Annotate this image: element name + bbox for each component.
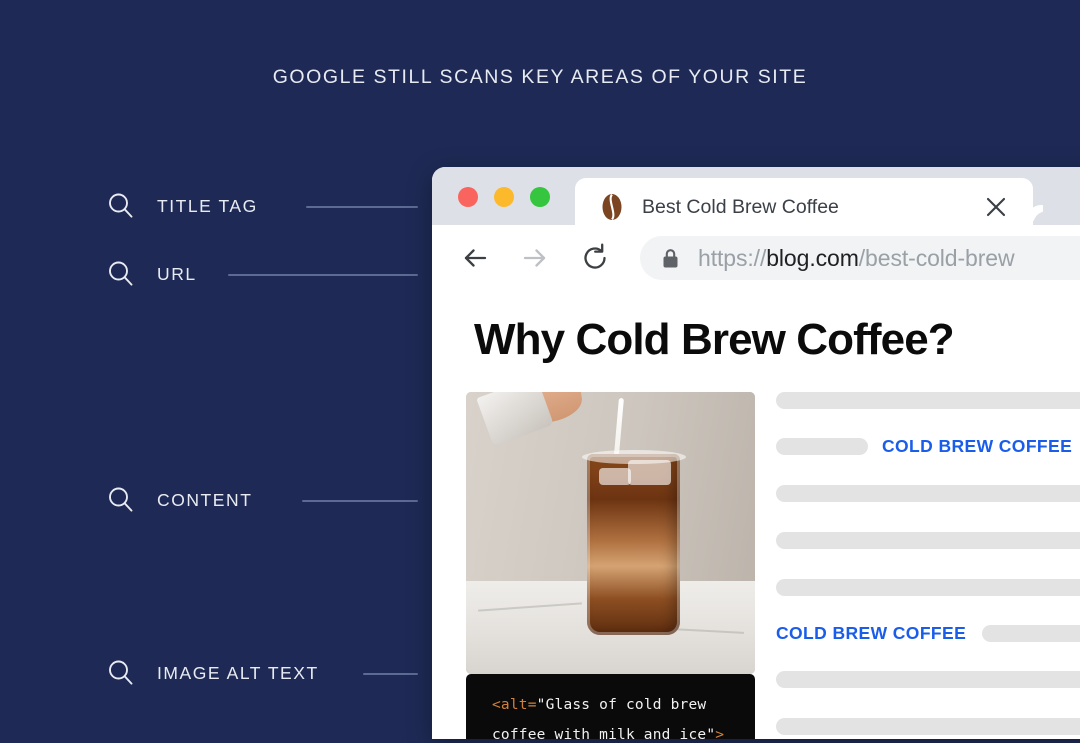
arrow-right-icon[interactable] [520, 243, 550, 273]
url-path: /best-cold-brew [858, 244, 1015, 271]
close-window-button[interactable] [458, 187, 478, 207]
keyword-link[interactable]: COLD BREW COFFEE [776, 623, 966, 644]
text-line [776, 579, 1080, 596]
connector-line-url [228, 274, 418, 276]
text-line-with-keyword: COLD BREW COFFEE [776, 436, 1080, 457]
connector-line-title-tag [306, 206, 418, 208]
image-alt-code-block: <alt="Glass of cold brew coffee with mil… [466, 674, 755, 739]
search-icon [109, 193, 133, 218]
search-icon [109, 660, 133, 685]
checklist-label: CONTENT [157, 489, 253, 510]
text-line-with-keyword: COLD BREW COFFEE [776, 623, 1080, 644]
url-scheme: https:// [698, 244, 767, 271]
placeholder-bar [776, 485, 1080, 502]
zoom-window-button[interactable] [530, 187, 550, 207]
browser-tab-title: Best Cold Brew Coffee [642, 195, 839, 218]
browser-window: Best Cold Brew Coffee https://blog.com/b… [432, 167, 1080, 739]
alt-tag-close: > [715, 727, 725, 739]
window-controls [458, 187, 550, 207]
connector-line-content [302, 500, 418, 502]
placeholder-bar [776, 392, 1080, 409]
cold-brew-photo [466, 392, 755, 674]
connector-line-image-alt-text [363, 673, 418, 675]
checklist-item-content[interactable]: CONTENT [106, 483, 252, 517]
webpage-content: Why Cold Brew Coffee? <alt="Glass of col… [432, 291, 1080, 739]
text-line [776, 718, 1080, 735]
arrow-left-icon[interactable] [460, 243, 490, 273]
text-line [776, 532, 1080, 549]
placeholder-bar [776, 532, 1080, 549]
photo-ice-cube [598, 468, 631, 486]
address-bar-url: https://blog.com/best-cold-brew [698, 245, 1015, 272]
checklist-item-image-alt-text[interactable]: IMAGE ALT TEXT [106, 656, 319, 690]
checklist-item-title-tag[interactable]: TITLE TAG [106, 189, 258, 223]
keyword-link[interactable]: COLD BREW COFFEE [882, 436, 1072, 457]
checklist-item-url[interactable]: URL [106, 257, 197, 291]
article-body-column: COLD BREW COFFEE COLD BREW COFFEE [776, 392, 1080, 739]
reload-icon[interactable] [580, 243, 610, 273]
text-line [776, 671, 1080, 688]
text-line [776, 485, 1080, 502]
search-icon [109, 261, 133, 286]
url-domain: blog.com [766, 244, 859, 271]
photo-ice-cube [627, 459, 672, 486]
address-bar[interactable]: https://blog.com/best-cold-brew [640, 236, 1080, 280]
browser-tabstrip: Best Cold Brew Coffee [432, 167, 1080, 236]
search-icon [109, 487, 133, 512]
lock-icon [663, 248, 678, 267]
minimize-window-button[interactable] [494, 187, 514, 207]
article-heading: Why Cold Brew Coffee? [474, 315, 955, 364]
placeholder-bar [776, 579, 1080, 596]
infographic-root: GOOGLE STILL SCANS KEY AREAS OF YOUR SIT… [0, 0, 1080, 743]
checklist-label: IMAGE ALT TEXT [157, 662, 319, 683]
browser-toolbar: https://blog.com/best-cold-brew [432, 225, 1080, 291]
text-line [776, 392, 1080, 409]
checklist-label: TITLE TAG [157, 195, 258, 216]
placeholder-bar [776, 718, 1080, 735]
placeholder-bar [776, 671, 1080, 688]
coffee-bean-icon [602, 193, 622, 221]
alt-tag-open: <alt= [492, 697, 537, 713]
close-icon[interactable] [985, 196, 1007, 218]
page-title: GOOGLE STILL SCANS KEY AREAS OF YOUR SIT… [272, 66, 808, 88]
checklist-label: URL [157, 263, 197, 284]
placeholder-bar [776, 438, 868, 455]
placeholder-bar [982, 625, 1080, 642]
